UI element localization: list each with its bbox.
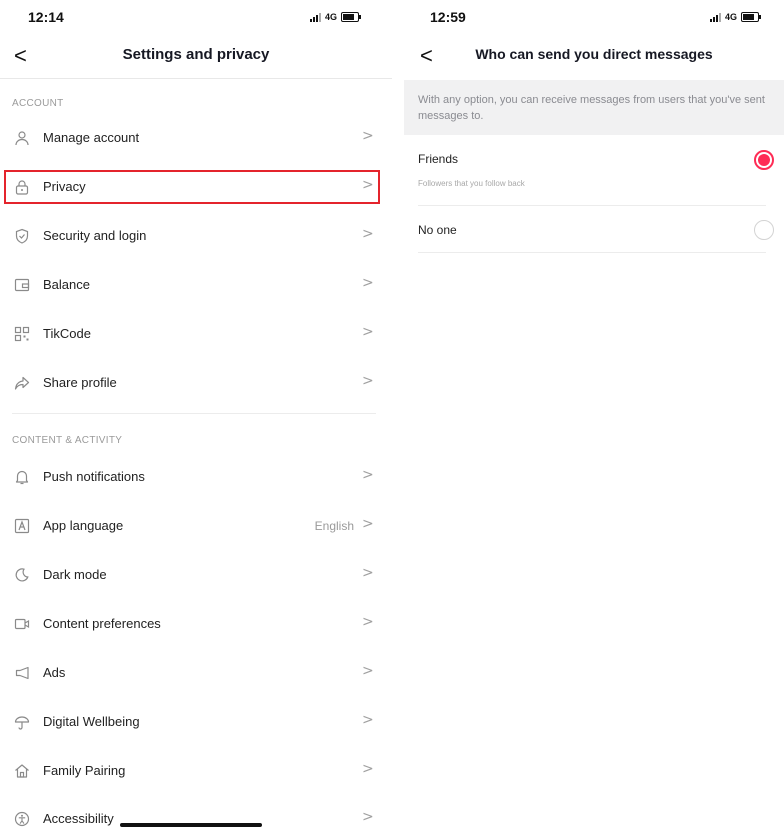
nav-divider <box>0 78 392 79</box>
shield-icon <box>15 228 29 244</box>
settings-item-balance[interactable]: Balance > <box>0 265 392 305</box>
privacy-highlight-box <box>4 170 380 204</box>
settings-item-label: Security and login <box>43 228 147 243</box>
settings-item-label: Digital Wellbeing <box>43 714 140 729</box>
option-divider <box>418 252 766 253</box>
option-title: No one <box>418 223 457 237</box>
settings-item-label: Dark mode <box>43 567 107 582</box>
settings-item-family-pairing[interactable]: Family Pairing > <box>0 751 392 791</box>
language-icon <box>14 518 30 534</box>
settings-item-dark-mode[interactable]: Dark mode > <box>0 555 392 595</box>
umbrella-icon <box>14 716 30 730</box>
settings-item-label: Manage account <box>43 130 140 145</box>
megaphone-icon <box>15 666 29 680</box>
page-title: Who can send you direct messages <box>475 46 713 62</box>
direct-messages-screen: 12:59 4G < Who can send you direct messa… <box>404 0 784 828</box>
info-text: With any option, you can receive message… <box>418 94 765 122</box>
person-icon <box>15 131 29 146</box>
battery-icon <box>741 12 762 22</box>
settings-screen: 12:14 4G < Settings and privacy ACCOUNT … <box>0 0 392 828</box>
info-banner: With any option, you can receive message… <box>404 80 784 135</box>
chevron-right-icon: > <box>362 324 374 340</box>
home-indicator[interactable] <box>120 823 262 827</box>
wallet-icon <box>14 278 30 292</box>
app-language-value: English <box>314 519 354 533</box>
settings-item-digital-wellbeing[interactable]: Digital Wellbeing > <box>0 702 392 742</box>
settings-item-security-and-login[interactable]: Security and login > <box>0 216 392 256</box>
status-time: 12:59 <box>430 9 466 25</box>
radio-selected-icon[interactable] <box>754 150 774 170</box>
network-type: 4G <box>725 12 738 22</box>
status-bar: 12:14 4G <box>0 0 392 34</box>
status-time: 12:14 <box>28 9 64 25</box>
radio-unselected-icon[interactable] <box>754 220 774 240</box>
nav-bar: < Who can send you direct messages <box>404 40 784 74</box>
settings-item-label: Accessibility <box>43 811 114 826</box>
status-indicators: 4G <box>710 12 762 22</box>
section-divider <box>12 413 376 414</box>
chevron-right-icon: > <box>362 226 374 242</box>
settings-item-label: App language <box>43 518 124 533</box>
page-title: Settings and privacy <box>122 46 270 63</box>
settings-item-label: Ads <box>43 665 66 680</box>
option-divider <box>418 205 766 206</box>
section-header-account: ACCOUNT <box>12 98 64 109</box>
chevron-right-icon: > <box>362 275 374 291</box>
chevron-right-icon: > <box>362 565 374 581</box>
status-bar: 12:59 4G <box>404 0 784 34</box>
settings-item-app-language[interactable]: App language English > <box>0 506 392 546</box>
settings-item-push-notifications[interactable]: Push notifications > <box>0 457 392 497</box>
moon-icon <box>15 568 29 582</box>
bell-icon <box>15 470 29 485</box>
section-header-content-activity: CONTENT & ACTIVITY <box>12 435 123 446</box>
chevron-right-icon: > <box>362 712 374 728</box>
house-icon <box>15 764 29 778</box>
qr-code-icon <box>14 326 30 342</box>
settings-item-label: Balance <box>43 277 90 292</box>
network-type: 4G <box>325 12 338 22</box>
option-friends[interactable]: Friends Followers that you follow back <box>404 140 784 202</box>
chevron-right-icon: > <box>362 516 374 532</box>
chevron-right-icon: > <box>362 467 374 483</box>
settings-item-label: Family Pairing <box>43 763 126 778</box>
chevron-right-icon: > <box>362 663 374 679</box>
chevron-right-icon: > <box>362 809 374 825</box>
status-indicators: 4G <box>310 12 362 22</box>
settings-item-label: TikCode <box>43 326 91 341</box>
chevron-right-icon: > <box>362 761 374 777</box>
chevron-right-icon: > <box>362 614 374 630</box>
settings-item-manage-account[interactable]: Manage account > <box>0 118 392 158</box>
battery-icon <box>341 12 362 22</box>
settings-item-ads[interactable]: Ads > <box>0 653 392 693</box>
option-no-one[interactable]: No one <box>404 210 784 252</box>
chevron-right-icon: > <box>362 128 374 144</box>
settings-item-tikcode[interactable]: TikCode > <box>0 314 392 354</box>
signal-icon <box>710 12 721 22</box>
settings-item-content-preferences[interactable]: Content preferences > <box>0 604 392 644</box>
settings-item-label: Push notifications <box>43 469 145 484</box>
signal-icon <box>310 12 321 22</box>
chevron-right-icon: > <box>362 373 374 389</box>
accessibility-icon <box>14 811 30 827</box>
settings-item-label: Share profile <box>43 375 117 390</box>
option-title: Friends <box>418 152 459 166</box>
share-icon <box>14 376 30 390</box>
video-icon <box>14 618 30 630</box>
option-subtitle: Followers that you follow back <box>418 179 525 188</box>
nav-bar: < Settings and privacy <box>0 40 392 74</box>
settings-item-label: Content preferences <box>43 616 161 631</box>
settings-item-share-profile[interactable]: Share profile > <box>0 363 392 403</box>
